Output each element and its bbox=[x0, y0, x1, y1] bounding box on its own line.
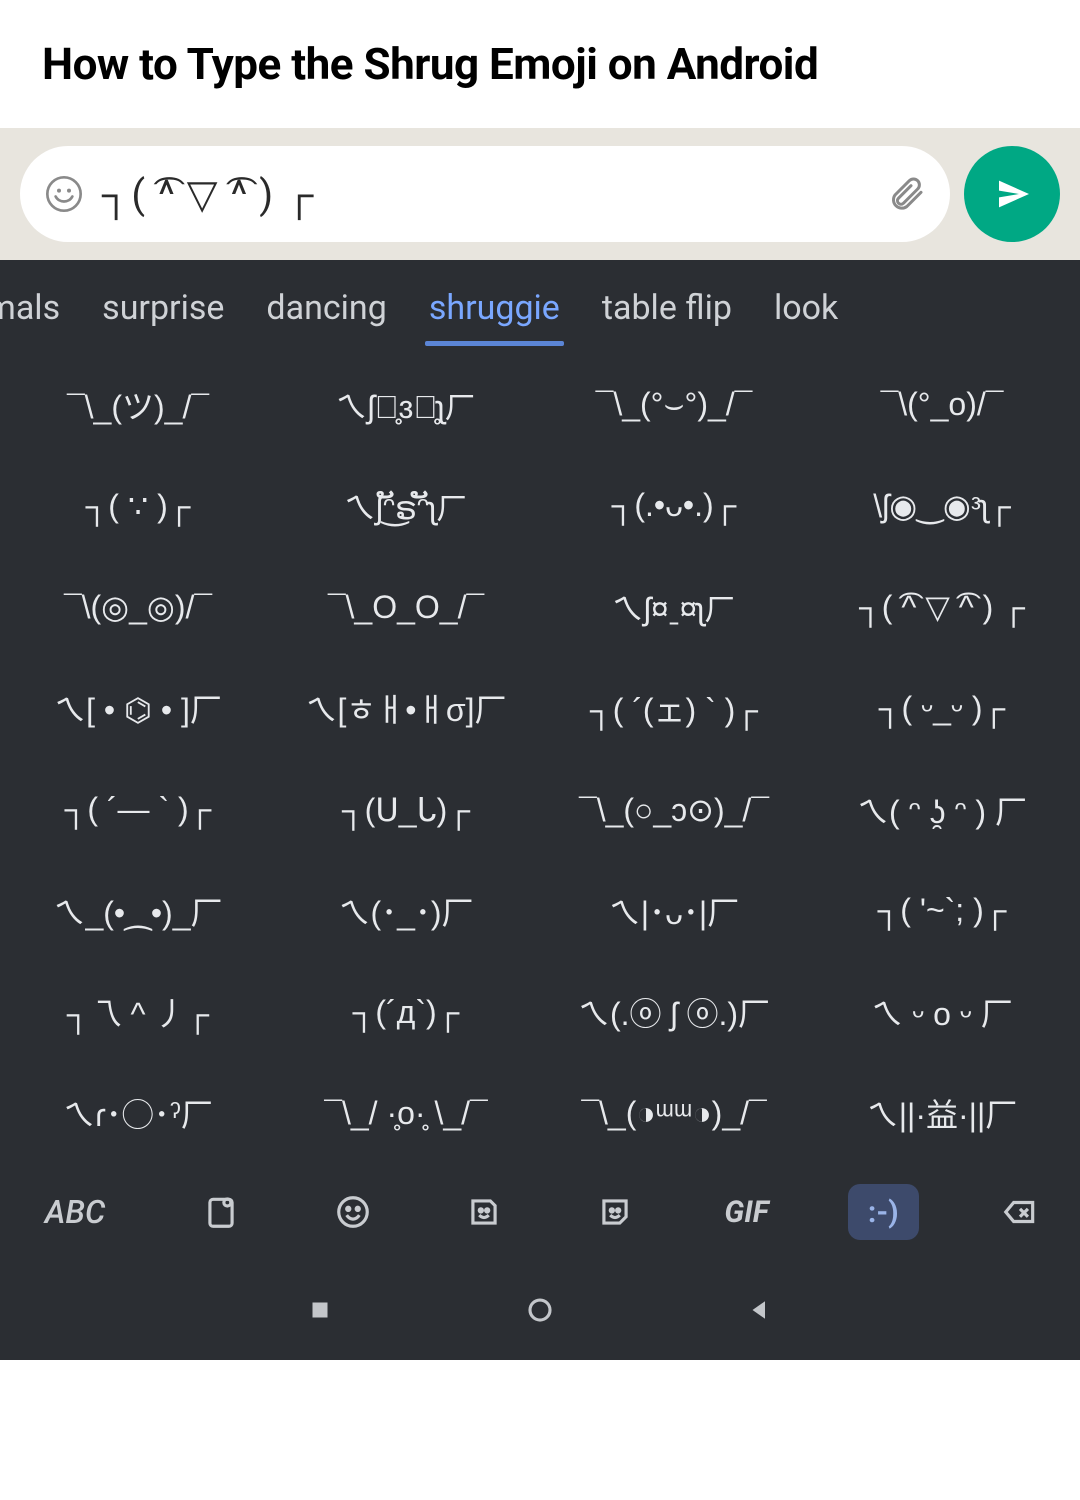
kaomoji-item[interactable]: ㄟ[ • ⌬ • ]厂 bbox=[4, 658, 272, 759]
sticker-icon[interactable] bbox=[454, 1182, 514, 1242]
kaomoji-item[interactable]: ㄟ||·益·||厂 bbox=[808, 1063, 1076, 1164]
keyboard-panel: mals surprise dancing shruggie table fli… bbox=[0, 260, 1080, 1360]
kaomoji-item[interactable]: ㄟ(･_･)厂 bbox=[272, 860, 540, 961]
kaomoji-item[interactable]: ㄟʃ¤ˍ¤ʅㄏ bbox=[540, 557, 808, 658]
kaomoji-item[interactable]: ¯\_(ツ)_/¯ bbox=[4, 354, 272, 455]
kaomoji-item[interactable]: ㄟ ᵕ o ᵕ 厂 bbox=[808, 962, 1076, 1063]
kaomoji-item[interactable]: ¯\_(°⌣°)_/¯ bbox=[540, 354, 808, 455]
send-button[interactable] bbox=[964, 146, 1060, 242]
kaomoji-item[interactable]: ┐(.•ᴗ•.)┌ bbox=[540, 455, 808, 556]
message-input[interactable]: ┐( ͡^ ▽ ͡^ ) ┌ bbox=[102, 171, 868, 218]
android-nav-bar bbox=[0, 1260, 1080, 1360]
tab-animals[interactable]: mals bbox=[0, 278, 64, 348]
kaomoji-item[interactable]: ㄟ_(•⁔•)_厂 bbox=[4, 860, 272, 961]
emoji-icon[interactable] bbox=[323, 1182, 383, 1242]
nav-home-icon[interactable] bbox=[520, 1290, 560, 1330]
gif-button[interactable]: GIF bbox=[717, 1182, 777, 1242]
keyboard-bottom-row: ABC GIF :-) bbox=[0, 1164, 1080, 1260]
abc-keyboard-button[interactable]: ABC bbox=[30, 1182, 120, 1242]
kaomoji-grid: ¯\_(ツ)_/¯ ㄟʃ･̥̥ɜ･̥̥ʅㄏ ¯\_(°⌣°)_/¯ ¯\(°_o… bbox=[0, 348, 1080, 1164]
article-header: How to Type the Shrug Emoji on Android bbox=[0, 0, 1080, 128]
clipboard-icon[interactable] bbox=[191, 1182, 251, 1242]
tab-surprise[interactable]: surprise bbox=[98, 278, 228, 348]
kaomoji-item[interactable]: ㄟʃ･̥̥ɜ･̥̥ʅㄏ bbox=[272, 354, 540, 455]
chat-input-bar: ┐( ͡^ ▽ ͡^ ) ┌ bbox=[0, 128, 1080, 260]
nav-back-icon[interactable] bbox=[740, 1290, 780, 1330]
kaomoji-item[interactable]: ¯\_O_O_/¯ bbox=[272, 557, 540, 658]
kaomoji-item[interactable]: ┐( ͡^ ▽ ͡^ ) ┌ bbox=[808, 557, 1076, 658]
kaomoji-item[interactable]: ¯\(◎_◎)/¯ bbox=[4, 557, 272, 658]
backspace-icon[interactable] bbox=[990, 1182, 1050, 1242]
nav-recent-icon[interactable] bbox=[300, 1290, 340, 1330]
tab-table-flip[interactable]: table flip bbox=[598, 278, 736, 348]
emoticon-button[interactable]: :-) bbox=[848, 1184, 919, 1240]
kaomoji-item[interactable]: ㄟ|･ᴗ･|厂 bbox=[540, 860, 808, 961]
attachment-icon[interactable] bbox=[886, 174, 926, 214]
kaomoji-item[interactable]: ┐( ´— ` )┌ bbox=[4, 759, 272, 860]
tab-dancing[interactable]: dancing bbox=[262, 278, 390, 348]
kaomoji-item[interactable]: \ʃ◉‿◉ᵌʅ┌ bbox=[808, 455, 1076, 556]
tab-shruggie[interactable]: shruggie bbox=[425, 278, 564, 348]
kaomoji-category-tabs: mals surprise dancing shruggie table fli… bbox=[0, 260, 1080, 348]
kaomoji-item[interactable]: ┐(ᑌ_ᒐ)┌ bbox=[272, 759, 540, 860]
kaomoji-item[interactable]: ㄟʃᵔັ͜ຣᵔັʅㄏ bbox=[272, 455, 540, 556]
kaomoji-item[interactable]: ¯\(°_o)/¯ bbox=[808, 354, 1076, 455]
kaomoji-item[interactable]: ┐( ∵ )┌ bbox=[4, 455, 272, 556]
emoji-picker-icon[interactable] bbox=[44, 174, 84, 214]
kaomoji-item[interactable]: ¯\_/ ·̥o·̥ \_/¯ bbox=[272, 1063, 540, 1164]
kaomoji-item[interactable]: ┐(´д`)┌ bbox=[272, 962, 540, 1063]
page-title: How to Type the Shrug Emoji on Android bbox=[42, 38, 1038, 90]
kaomoji-item[interactable]: ㄟɾ･◯･ˀ厂 bbox=[4, 1063, 272, 1164]
kaomoji-item[interactable]: ┐( ᵕ_ᵕ )┌ bbox=[808, 658, 1076, 759]
message-input-container[interactable]: ┐( ͡^ ▽ ͡^ ) ┌ bbox=[20, 146, 950, 242]
kaomoji-item[interactable]: ┐( '~`; )┌ bbox=[808, 860, 1076, 961]
kaomoji-item[interactable]: ┐( ´(ェ) ` )┌ bbox=[540, 658, 808, 759]
kaomoji-item[interactable]: ㄟ( ᵔ ʖ̯ ᵔ ) 厂 bbox=[808, 759, 1076, 860]
sticker-alt-icon[interactable] bbox=[585, 1182, 645, 1242]
kaomoji-item[interactable]: ¯\_(○_ɔ⊙)_/¯ bbox=[540, 759, 808, 860]
kaomoji-item[interactable]: ┐乁 ^ 丿┌ bbox=[4, 962, 272, 1063]
tab-look[interactable]: look bbox=[770, 278, 842, 348]
kaomoji-item[interactable]: ㄟ[ㅎㅐ•ㅐσ]厂 bbox=[272, 658, 540, 759]
kaomoji-item[interactable]: ㄟ(.ⓞ ʃ ⓞ.)厂 bbox=[540, 962, 808, 1063]
kaomoji-item[interactable]: ¯\_(◑ᵚᵚ◑)_/¯ bbox=[540, 1063, 808, 1164]
